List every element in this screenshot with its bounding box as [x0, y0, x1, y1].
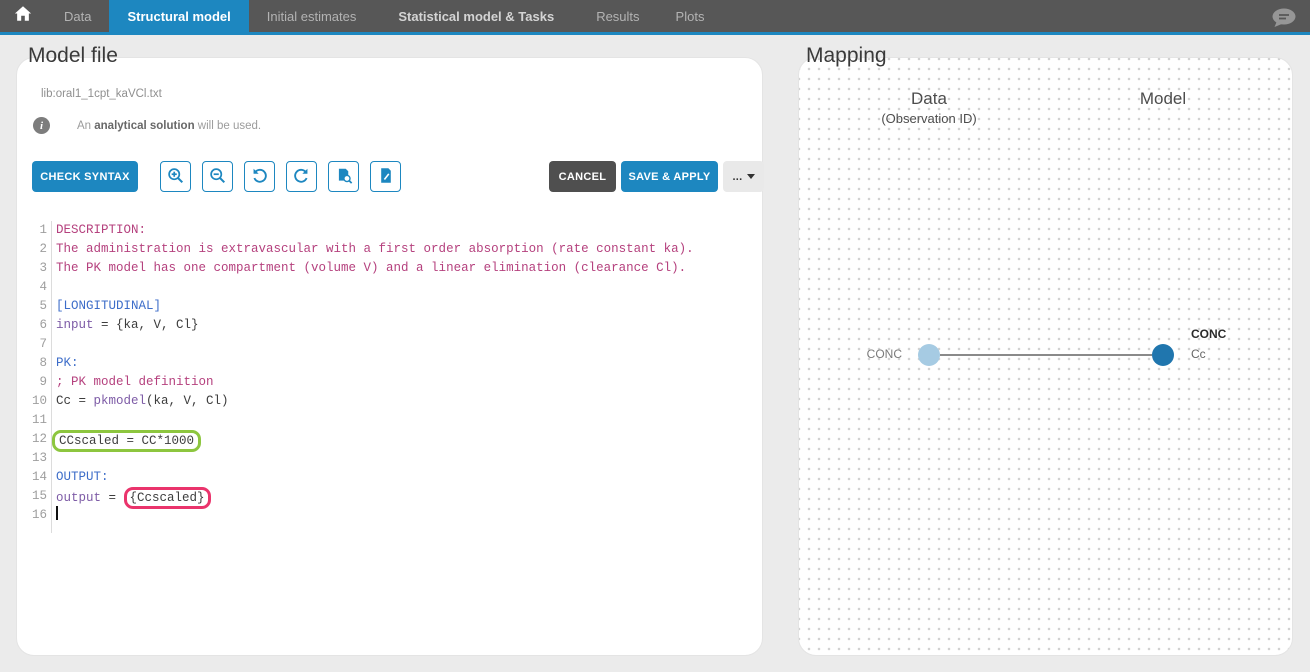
undo-icon	[251, 167, 268, 187]
mapping-title: Mapping	[806, 44, 887, 68]
line-numbers: 12345678910111213141516	[30, 221, 52, 533]
line-number: 13	[30, 449, 47, 468]
green-highlight: CCscaled = CC*1000	[52, 430, 201, 452]
library-file-name: lib:oral1_1cpt_kaVCl.txt	[41, 88, 162, 100]
line-number: 15	[30, 487, 47, 506]
chat-bubble-icon	[1270, 16, 1298, 33]
model-output-label: CONC Cc	[1191, 324, 1226, 364]
code-editor[interactable]: 12345678910111213141516 DESCRIPTION:The …	[30, 221, 752, 533]
code-token: [LONGITUDINAL]	[56, 299, 161, 313]
code-line[interactable]: [LONGITUDINAL]	[56, 297, 752, 316]
file-search-button[interactable]	[328, 161, 359, 192]
save-apply-button[interactable]: SAVE & APPLY	[621, 161, 718, 192]
code-line[interactable]	[56, 335, 752, 354]
model-node[interactable]	[1152, 344, 1174, 366]
code-token: OUTPUT:	[56, 470, 109, 484]
data-column-header: Data (Observation ID)	[854, 89, 1004, 126]
code-line[interactable]: Cc = pkmodel(ka, V, Cl)	[56, 392, 752, 411]
tab-statistical-model-tasks[interactable]: Statistical model & Tasks	[374, 0, 578, 32]
file-edit-icon	[378, 167, 394, 187]
pink-highlight: {Ccscaled}	[124, 487, 211, 509]
line-number: 7	[30, 335, 47, 354]
undo-button[interactable]	[244, 161, 275, 192]
line-number: 12	[30, 430, 47, 449]
code-lines: DESCRIPTION: The administration is extrav…	[52, 221, 752, 533]
zoom-out-button[interactable]	[202, 161, 233, 192]
line-number: 1	[30, 221, 47, 240]
home-button[interactable]	[0, 0, 46, 32]
code-line[interactable]: PK:	[56, 354, 752, 373]
code-line[interactable]: The PK model has one compartment (volume…	[56, 259, 752, 278]
code-token: (ka, V, Cl)	[146, 394, 229, 408]
file-search-icon	[335, 167, 353, 187]
tab-results[interactable]: Results	[578, 0, 657, 32]
code-line[interactable]: ; PK model definition	[56, 373, 752, 392]
info-icon: i	[33, 117, 50, 134]
chat-button[interactable]	[1270, 7, 1298, 29]
code-token: PK:	[56, 356, 79, 370]
code-line[interactable]	[56, 411, 752, 430]
info-row: i An analytical solution will be used.	[33, 117, 261, 134]
redo-button[interactable]	[286, 161, 317, 192]
code-line[interactable]	[56, 278, 752, 297]
line-number: 5	[30, 297, 47, 316]
tab-initial-estimates[interactable]: Initial estimates	[249, 0, 375, 32]
line-number: 16	[30, 506, 47, 525]
text-cursor	[56, 506, 58, 520]
model-file-title: Model file	[28, 44, 118, 68]
data-observation-label: CONC	[819, 347, 902, 361]
code-line[interactable]: The administration is extravascular with…	[56, 240, 752, 259]
line-number: 2	[30, 240, 47, 259]
model-column-header: Model	[1088, 89, 1238, 109]
code-token: input	[56, 318, 94, 332]
cancel-button[interactable]: CANCEL	[549, 161, 616, 192]
code-line[interactable]: OUTPUT:	[56, 468, 752, 487]
code-line[interactable]: input = {ka, V, Cl}	[56, 316, 752, 335]
code-token: = {ka, V, Cl}	[94, 318, 199, 332]
info-message: An analytical solution will be used.	[77, 120, 261, 132]
code-token: The PK model has one compartment (volume…	[56, 261, 686, 275]
code-line[interactable]: output = {Ccscaled}	[56, 487, 752, 506]
mapping-panel: Data (Observation ID) Model CONC CONC Cc	[798, 57, 1293, 656]
zoom-out-icon	[209, 167, 226, 187]
line-number: 10	[30, 392, 47, 411]
home-icon	[14, 5, 32, 27]
line-number: 8	[30, 354, 47, 373]
zoom-in-icon	[167, 167, 184, 187]
code-token: pkmodel	[94, 394, 147, 408]
model-file-panel: lib:oral1_1cpt_kaVCl.txt i An analytical…	[16, 57, 763, 656]
top-navbar: Data Structural model Initial estimates …	[0, 0, 1310, 35]
code-token: The administration is extravascular with…	[56, 242, 694, 256]
chevron-down-icon	[747, 174, 755, 179]
line-number: 4	[30, 278, 47, 297]
code-line[interactable]: CCscaled = CC*1000	[56, 430, 752, 449]
data-node[interactable]	[918, 344, 940, 366]
code-token: ; PK model definition	[56, 375, 214, 389]
zoom-in-button[interactable]	[160, 161, 191, 192]
tab-plots[interactable]: Plots	[658, 0, 723, 32]
redo-icon	[293, 167, 310, 187]
code-line[interactable]: DESCRIPTION:	[56, 221, 752, 240]
line-number: 14	[30, 468, 47, 487]
tab-data[interactable]: Data	[46, 0, 109, 32]
editor-toolbar: CHECK SYNTAX	[32, 161, 747, 192]
line-number: 9	[30, 373, 47, 392]
code-token: =	[101, 491, 124, 505]
code-token: output	[56, 491, 101, 505]
code-token: DESCRIPTION:	[56, 223, 146, 237]
line-number: 11	[30, 411, 47, 430]
check-syntax-button[interactable]: CHECK SYNTAX	[32, 161, 138, 192]
line-number: 3	[30, 259, 47, 278]
mapping-connector	[940, 354, 1152, 356]
line-number: 6	[30, 316, 47, 335]
tab-structural-model[interactable]: Structural model	[109, 0, 248, 32]
file-edit-button[interactable]	[370, 161, 401, 192]
more-options-button[interactable]: ...	[723, 161, 764, 192]
code-token: Cc =	[56, 394, 94, 408]
